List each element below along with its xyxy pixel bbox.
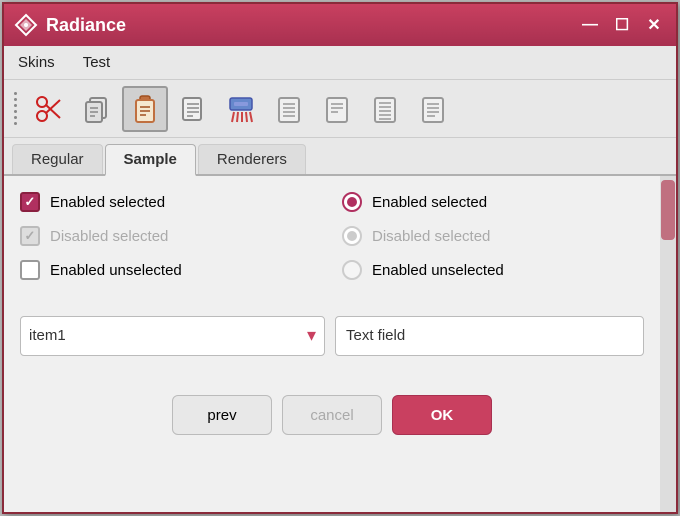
action-row: prev cancel OK <box>20 391 644 461</box>
radio-disabled-selected[interactable] <box>342 226 362 246</box>
ok-button[interactable]: OK <box>392 395 492 435</box>
copy-button[interactable] <box>74 86 120 132</box>
select-value: item1 <box>29 327 307 344</box>
minimize-button[interactable]: — <box>578 13 602 37</box>
tab-sample[interactable]: Sample <box>105 144 196 176</box>
scissors-icon <box>34 94 64 124</box>
radio-disabled-selected-row: Disabled selected <box>342 226 644 246</box>
checkbox-enabled-selected-label: Enabled selected <box>50 194 165 211</box>
maximize-button[interactable]: ☐ <box>610 13 634 37</box>
content-area: Enabled selected Disabled selected Enabl… <box>4 176 676 512</box>
checkbox-disabled-selected-label: Disabled selected <box>50 228 168 245</box>
select-wrapper[interactable]: item1 ▾ <box>20 316 325 356</box>
shredder-icon <box>226 94 256 124</box>
checkbox-enabled-selected-row: Enabled selected <box>20 192 322 212</box>
close-button[interactable]: ✕ <box>642 13 666 37</box>
menu-skins[interactable]: Skins <box>12 50 61 75</box>
window-controls: — ☐ ✕ <box>578 13 666 37</box>
main-panel: Enabled selected Disabled selected Enabl… <box>4 176 660 512</box>
paste-icon <box>130 94 160 124</box>
checkbox-disabled-selected[interactable] <box>20 226 40 246</box>
toolbar <box>4 80 676 138</box>
doc4-icon <box>418 94 448 124</box>
radio-disabled-selected-label: Disabled selected <box>372 228 490 245</box>
scrollbar-thumb[interactable] <box>661 180 675 240</box>
radio-enabled-selected-row: Enabled selected <box>342 192 644 212</box>
title-bar: Radiance — ☐ ✕ <box>4 4 676 46</box>
text-field-value: Text field <box>346 327 405 344</box>
prev-button[interactable]: prev <box>172 395 272 435</box>
window-title: Radiance <box>46 15 578 36</box>
checkbox-enabled-unselected-label: Enabled unselected <box>50 262 182 279</box>
radio-enabled-selected[interactable] <box>342 192 362 212</box>
doc2-icon <box>322 94 352 124</box>
cut2-button[interactable] <box>170 86 216 132</box>
tab-regular[interactable]: Regular <box>12 144 103 174</box>
checkbox-enabled-selected[interactable] <box>20 192 40 212</box>
copy-icon <box>82 94 112 124</box>
tab-renderers[interactable]: Renderers <box>198 144 306 174</box>
radio-enabled-unselected-row: Enabled unselected <box>342 260 644 280</box>
doc1-button[interactable] <box>266 86 312 132</box>
text-field[interactable]: Text field <box>335 316 644 356</box>
menu-bar: Skins Test <box>4 46 676 80</box>
input-row: item1 ▾ Text field <box>20 316 644 382</box>
toolbar-grip <box>10 85 20 133</box>
options-grid: Enabled selected Disabled selected Enabl… <box>20 192 644 306</box>
scrollbar[interactable] <box>660 176 676 512</box>
cancel-button[interactable]: cancel <box>282 395 382 435</box>
scissors-button[interactable] <box>26 86 72 132</box>
menu-test[interactable]: Test <box>77 50 117 75</box>
doc1-icon <box>274 94 304 124</box>
doc3-button[interactable] <box>362 86 408 132</box>
main-window: Radiance — ☐ ✕ Skins Test <box>2 2 678 514</box>
doc2-button[interactable] <box>314 86 360 132</box>
checkbox-disabled-selected-row: Disabled selected <box>20 226 322 246</box>
doc4-button[interactable] <box>410 86 456 132</box>
cut2-icon <box>178 94 208 124</box>
paste-button[interactable] <box>122 86 168 132</box>
radio-enabled-selected-label: Enabled selected <box>372 194 487 211</box>
checkbox-enabled-unselected[interactable] <box>20 260 40 280</box>
radio-enabled-unselected[interactable] <box>342 260 362 280</box>
dropdown-arrow-icon[interactable]: ▾ <box>307 325 316 346</box>
radio-enabled-unselected-label: Enabled unselected <box>372 262 504 279</box>
app-logo <box>14 13 38 37</box>
shredder-button[interactable] <box>218 86 264 132</box>
checkbox-enabled-unselected-row: Enabled unselected <box>20 260 322 280</box>
tabs-bar: Regular Sample Renderers <box>4 138 676 176</box>
doc3-icon <box>370 94 400 124</box>
